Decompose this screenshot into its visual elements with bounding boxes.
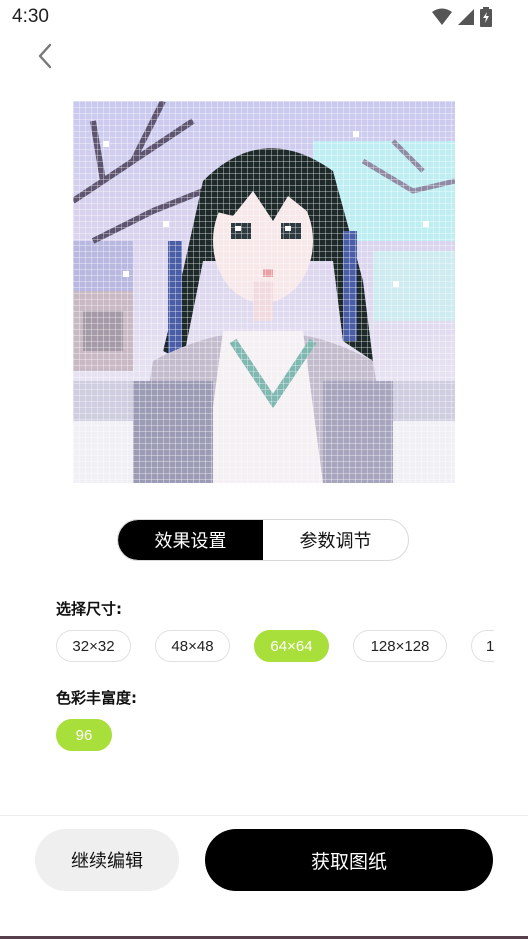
- wifi-icon: [432, 8, 452, 30]
- color-option-96[interactable]: 96: [56, 719, 112, 751]
- chevron-left-icon: [38, 43, 52, 69]
- tab-effect-settings[interactable]: 效果设置: [118, 520, 263, 560]
- color-options: 96: [56, 719, 112, 751]
- status-icons: [432, 7, 492, 31]
- status-bar: 4:30: [0, 0, 528, 34]
- status-time: 4:30: [12, 6, 49, 27]
- battery-icon: [480, 7, 492, 31]
- size-option-32[interactable]: 32×32: [56, 630, 131, 662]
- tab-parameter-adjust[interactable]: 参数调节: [263, 520, 408, 560]
- size-option-48[interactable]: 48×48: [155, 630, 230, 662]
- pixel-art-illustration: [73, 101, 455, 483]
- back-button[interactable]: [30, 40, 60, 72]
- settings-tab-switcher: 效果设置 参数调节: [117, 519, 409, 561]
- continue-edit-button[interactable]: 继续编辑: [35, 829, 179, 891]
- size-option-128[interactable]: 128×128: [353, 630, 447, 662]
- signal-icon: [458, 8, 474, 30]
- color-section-label: 色彩丰富度:: [56, 689, 137, 707]
- get-pattern-button[interactable]: 获取图纸: [205, 829, 493, 891]
- pixel-preview-image: [73, 101, 455, 483]
- footer-divider: [0, 815, 528, 816]
- size-option-64[interactable]: 64×64: [254, 630, 329, 662]
- size-option-partial[interactable]: 1: [471, 630, 494, 662]
- size-section-label: 选择尺寸:: [56, 600, 122, 618]
- size-options: 32×32 48×48 64×64 128×128 1: [56, 630, 494, 662]
